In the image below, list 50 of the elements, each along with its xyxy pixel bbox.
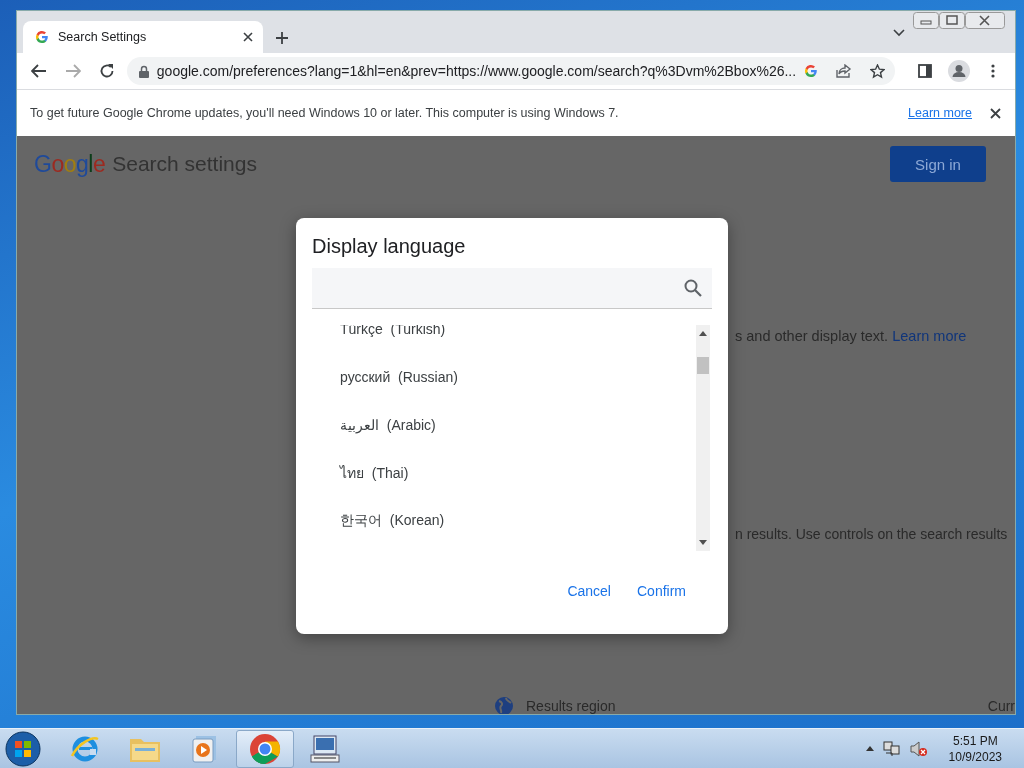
close-button[interactable]	[965, 12, 1005, 29]
search-field[interactable]	[312, 268, 712, 309]
google-icon	[804, 64, 819, 78]
network-icon[interactable]	[882, 740, 901, 757]
share-icon[interactable]	[836, 64, 853, 78]
description-text: n results. Use controls on the search results	[735, 526, 1008, 542]
dialog-button[interactable]: Confirm	[629, 577, 694, 605]
language-option[interactable]: русский (Russian)	[340, 369, 458, 385]
results-region-label: Results region	[526, 698, 616, 714]
google-logo: Google	[34, 150, 106, 178]
language-option[interactable]: 한국어 (Korean)	[340, 512, 445, 530]
scrollbar-thumb[interactable]	[697, 357, 709, 374]
reload-icon[interactable]	[98, 63, 115, 79]
scroll-down-icon	[699, 540, 707, 545]
language-option[interactable]: ไทย (Thai)	[340, 462, 409, 484]
url-text: google.com/preferences?lang=1&hl=en&prev=https://www.google.com/search?q%3Dvm%2Bbox%26...	[156, 63, 797, 79]
search-icon	[684, 279, 702, 297]
sign-in-button[interactable]: Sign in	[890, 146, 986, 182]
new-tab-icon[interactable]	[275, 31, 289, 45]
google-icon	[35, 30, 49, 44]
maximize-button[interactable]	[939, 12, 965, 29]
menu-icon[interactable]	[991, 64, 995, 78]
muted-speaker-icon[interactable]	[909, 740, 928, 757]
language-option[interactable]: العربية (Arabic)	[340, 417, 436, 433]
back-icon[interactable]	[30, 64, 47, 78]
close-icon[interactable]	[243, 32, 253, 42]
chevron-down-icon[interactable]	[893, 29, 905, 37]
scrollbar[interactable]	[696, 325, 710, 551]
browser-tab[interactable]: Search Settings	[23, 21, 263, 53]
results-region-value: Curr	[987, 698, 1015, 714]
start-button[interactable]	[4, 729, 42, 768]
address-bar[interactable]: google.com/preferences?lang=1&hl=en&prev=https://www.google.com/search?q%3Dvm%2Bbox%26...	[126, 57, 896, 85]
update-message: To get future Google Chrome updates, you'll need Windows 10 or later. This computer is using Windows 7.	[30, 106, 620, 120]
close-icon[interactable]	[990, 107, 1001, 119]
description-text: s and other display text.	[735, 328, 889, 344]
scroll-up-icon	[699, 331, 707, 336]
dialog-button[interactable]: Cancel	[559, 577, 619, 605]
taskbar-button[interactable]	[236, 729, 294, 768]
play-icon[interactable]	[192, 734, 218, 763]
clock-date: 10/9/2023	[948, 748, 1002, 765]
chrome-icon[interactable]	[249, 732, 281, 765]
learn-more-link[interactable]: Learn more	[908, 106, 972, 120]
dialog-title: Display language	[312, 234, 467, 258]
star-icon[interactable]	[870, 63, 886, 79]
lock-icon	[138, 64, 149, 78]
profile-icon[interactable]	[948, 60, 971, 82]
show-hidden-icons[interactable]	[865, 746, 874, 751]
side-panel-icon[interactable]	[918, 64, 933, 78]
clock-time: 5:51 PM	[952, 732, 998, 749]
tab-title: Search Settings	[58, 30, 148, 44]
